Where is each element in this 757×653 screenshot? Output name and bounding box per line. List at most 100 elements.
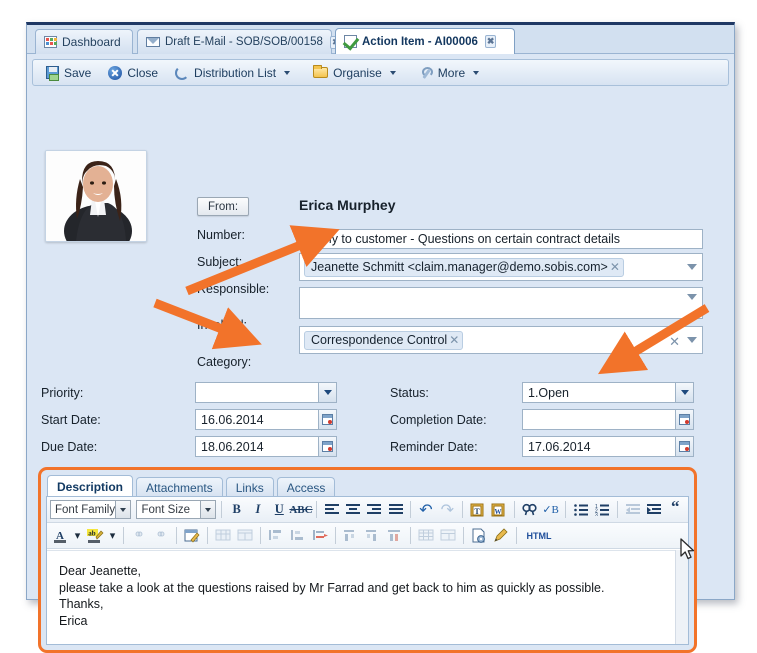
category-field[interactable]: Correspondence Control ✕ ✕ — [299, 326, 703, 354]
calendar-button[interactable] — [318, 437, 336, 456]
unlink-icon: ⚭ — [151, 526, 171, 546]
font-family-select[interactable]: Font Family — [50, 500, 131, 519]
chip-remove-icon[interactable]: ✕ — [449, 333, 459, 348]
toolbar-separator — [565, 501, 566, 518]
distribution-list-button[interactable]: Distribution List — [168, 62, 297, 83]
chevron-down-icon[interactable] — [687, 264, 697, 270]
involved-field[interactable] — [299, 287, 703, 319]
indent-icon[interactable] — [644, 500, 663, 520]
toolbar-separator — [123, 527, 124, 544]
content-line: please take a look at the questions rais… — [59, 580, 665, 597]
underline-icon[interactable]: U — [270, 500, 289, 520]
chevron-down-icon[interactable] — [390, 71, 396, 75]
align-center-icon[interactable] — [343, 500, 362, 520]
numbered-list-icon[interactable]: 1 2 3 — [593, 500, 612, 520]
completion-date-input[interactable] — [522, 409, 694, 430]
chevron-down-icon[interactable] — [284, 71, 290, 75]
responsible-chip[interactable]: Jeanette Schmitt <claim.manager@demo.sob… — [304, 258, 624, 277]
screenshot-root: Dashboard Draft E-Mail - SOB/SOB/00158 ✖… — [0, 0, 757, 612]
font-size-dropdown-button[interactable] — [200, 501, 215, 518]
tab-dashboard[interactable]: Dashboard — [35, 29, 133, 54]
tab-label: Description — [57, 480, 123, 494]
subject-label: Subject: — [197, 255, 242, 269]
calendar-button[interactable] — [318, 410, 336, 429]
more-button[interactable]: More — [412, 62, 486, 83]
involved-label: Involved: — [197, 318, 247, 332]
status-select[interactable]: 1.Open — [522, 382, 694, 403]
toolbar-separator — [221, 501, 222, 518]
svg-text:3: 3 — [595, 512, 598, 516]
blockquote-icon[interactable]: “ — [666, 500, 685, 520]
align-justify-icon[interactable] — [386, 500, 405, 520]
merge-cells-icon[interactable] — [310, 526, 330, 546]
editor-content-area[interactable]: Dear Jeanette, please take a look at the… — [47, 550, 675, 644]
align-left-icon[interactable] — [322, 500, 341, 520]
chevron-down-icon[interactable] — [687, 294, 697, 300]
font-family-dropdown-button[interactable] — [115, 501, 130, 518]
svg-text:T: T — [474, 507, 480, 516]
tab-action-item[interactable]: Action Item - AI00006 ✖ — [335, 28, 515, 54]
spellcheck-icon[interactable]: ✓B — [541, 500, 560, 520]
due-date-input[interactable]: 18.06.2014 — [195, 436, 337, 457]
tab-description[interactable]: Description — [47, 475, 133, 497]
template-icon[interactable] — [491, 526, 511, 546]
edit-image-icon[interactable] — [182, 526, 202, 546]
calendar-button[interactable] — [675, 437, 693, 456]
text-color-icon[interactable]: A — [50, 526, 70, 546]
strikethrough-icon[interactable]: ABC — [291, 500, 311, 520]
from-button[interactable]: From: — [197, 197, 249, 216]
tab-label: Action Item - AI00006 — [362, 36, 478, 48]
paste-word-icon[interactable]: W — [489, 500, 508, 520]
tab-links[interactable]: Links — [226, 477, 274, 497]
clear-field-icon[interactable]: ✕ — [669, 334, 680, 350]
font-size-select[interactable]: Font Size — [136, 500, 216, 519]
align-right-icon[interactable] — [365, 500, 384, 520]
category-chip[interactable]: Correspondence Control ✕ — [304, 331, 463, 350]
start-date-input[interactable]: 16.06.2014 — [195, 409, 337, 430]
delete-column-icon — [385, 526, 405, 546]
chip-remove-icon[interactable]: ✕ — [610, 260, 620, 275]
action-toolbar: Save Close Distribution List Organise Mo… — [32, 59, 729, 86]
organise-button[interactable]: Organise — [306, 62, 403, 83]
save-button[interactable]: Save — [39, 62, 98, 83]
tab-draft-email[interactable]: Draft E-Mail - SOB/SOB/00158 ✖ — [137, 29, 332, 54]
bullet-list-icon[interactable] — [571, 500, 590, 520]
insert-column-right-icon — [363, 526, 383, 546]
highlight-color-icon[interactable]: ab — [85, 526, 105, 546]
organise-label: Organise — [333, 66, 382, 80]
description-panel: Description Attachments Links Access — [38, 467, 697, 653]
responsible-field[interactable]: Jeanette Schmitt <claim.manager@demo.sob… — [299, 253, 703, 281]
priority-select[interactable] — [195, 382, 337, 403]
tab-close-icon[interactable]: ✖ — [485, 35, 497, 48]
action-item-window: Dashboard Draft E-Mail - SOB/SOB/00158 ✖… — [26, 22, 735, 600]
chevron-down-icon[interactable] — [473, 71, 479, 75]
text-color-dropdown[interactable]: ▾ — [72, 526, 83, 546]
content-line: Erica — [59, 613, 665, 630]
subject-input-text[interactable] — [304, 231, 698, 247]
due-date-value: 18.06.2014 — [201, 440, 264, 454]
chevron-down-icon[interactable] — [687, 337, 697, 343]
html-source-button[interactable]: HTML — [522, 526, 556, 546]
tab-access[interactable]: Access — [277, 477, 336, 497]
paste-text-icon[interactable]: T — [468, 500, 487, 520]
status-dropdown-button[interactable] — [675, 383, 693, 402]
page-properties-icon[interactable] — [469, 526, 489, 546]
involved-input-text[interactable] — [304, 295, 698, 311]
toolbar-separator — [516, 527, 517, 544]
highlight-color-dropdown[interactable]: ▾ — [107, 526, 118, 546]
reminder-date-input[interactable]: 17.06.2014 — [522, 436, 694, 457]
subject-input[interactable] — [299, 229, 703, 249]
close-button[interactable]: Close — [101, 62, 165, 83]
insert-row-icon — [266, 526, 286, 546]
priority-dropdown-button[interactable] — [318, 383, 336, 402]
find-icon[interactable] — [520, 500, 539, 520]
tab-attachments[interactable]: Attachments — [136, 477, 223, 497]
italic-icon[interactable]: I — [248, 500, 267, 520]
editor-vertical-scrollbar[interactable] — [675, 550, 688, 644]
chevron-down-icon — [324, 390, 332, 395]
undo-icon[interactable]: ↶ — [416, 500, 435, 520]
floppy-disk-icon — [46, 66, 59, 79]
distribution-list-label: Distribution List — [194, 66, 276, 80]
bold-icon[interactable]: B — [227, 500, 246, 520]
calendar-button[interactable] — [675, 410, 693, 429]
